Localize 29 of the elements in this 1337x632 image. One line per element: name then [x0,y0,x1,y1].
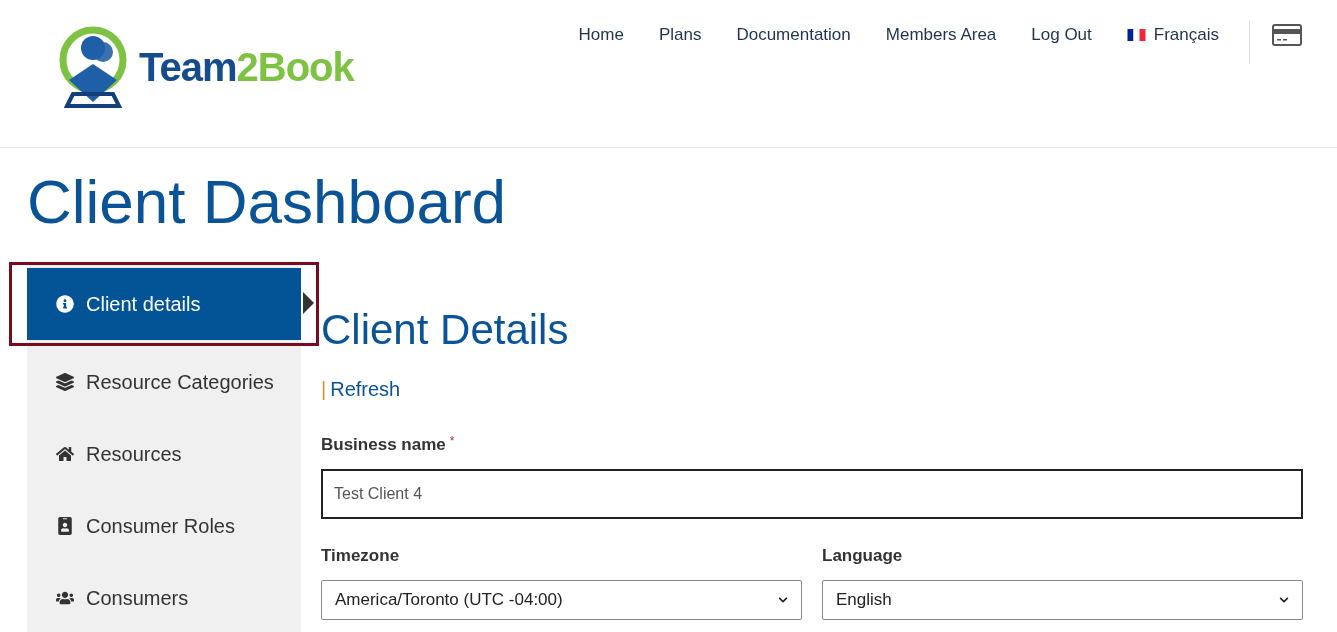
dropdown[interactable]: English [822,580,1303,620]
info-icon [56,295,74,313]
field-label: Timezone [321,544,401,567]
layers-icon [56,373,74,391]
id-badge-icon [56,517,74,535]
field-label: Language [822,544,904,567]
dropdown[interactable]: America/Toronto (UTC -04:00) [321,580,802,620]
flag-icon [1126,28,1146,41]
refresh-link[interactable]: Refresh [330,374,401,404]
page-title: Client Dashboard [26,166,508,238]
users-icon [56,589,74,607]
chevron-down-icon [1279,595,1289,605]
logo-text: Team2Book [139,47,354,87]
nav-link[interactable]: Members Area [885,22,997,48]
house-icon [56,445,74,463]
credit-card-icon[interactable] [1272,24,1302,46]
field-label: Business name [321,434,446,456]
business-name-field[interactable]: Test Client 4 [321,468,1303,519]
nav-link[interactable]: Plans [658,22,702,48]
pointer-icon [303,292,314,314]
nav-link[interactable]: Log Out [1031,22,1092,48]
required-mark: * [449,433,455,450]
chevron-down-icon [778,595,788,605]
section-title: Client Details [321,306,570,354]
sidebar-item[interactable]: Client details [27,268,301,340]
language-link[interactable]: Français [1126,22,1219,48]
nav-link[interactable]: Documentation [736,22,851,48]
separator: | [321,377,327,402]
nav-link[interactable]: Home [578,22,624,48]
